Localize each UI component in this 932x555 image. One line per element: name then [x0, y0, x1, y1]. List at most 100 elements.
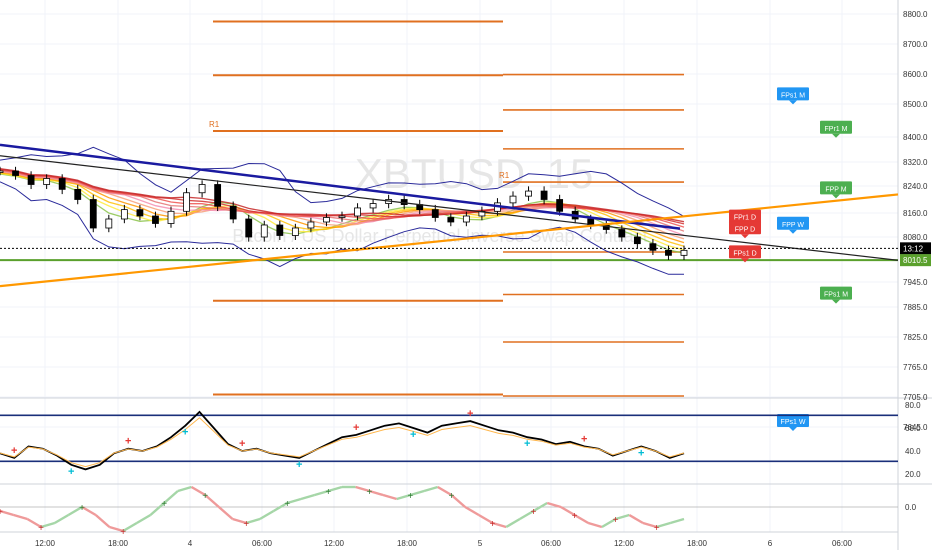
candle-body — [369, 203, 377, 209]
candle-body — [509, 195, 517, 204]
time-tick-label: 4 — [188, 539, 193, 548]
candle-body — [307, 221, 315, 229]
candle-body — [245, 218, 253, 238]
annotation-flag-label: FPs1 M — [824, 292, 848, 299]
candle-body — [540, 190, 548, 200]
momentum-marker: + — [38, 523, 44, 534]
momentum-marker: + — [120, 527, 126, 538]
candle-body — [183, 192, 190, 212]
annotation-flag-8[interactable]: FPs1 W — [777, 414, 809, 431]
osc-cross-marker: + — [182, 427, 188, 439]
candle-body — [338, 215, 346, 218]
osc-tick-label: 20.0 — [905, 470, 921, 479]
momentum-segment — [669, 517, 685, 525]
candle-body — [633, 236, 641, 245]
annotation-flag-pointer — [741, 234, 749, 239]
price-tick-label: 8700.0 — [903, 40, 928, 49]
candle-body — [152, 215, 159, 224]
annotation-flag-label: FPP M — [825, 186, 846, 193]
osc-cross-marker: + — [239, 438, 245, 450]
pivot-label-1: R1 — [499, 171, 510, 180]
candle-body — [680, 249, 688, 256]
candle-body — [12, 170, 19, 176]
price-tick-label: 8240.0 — [903, 182, 928, 191]
momentum-segment — [628, 513, 644, 525]
momentum-marker: + — [654, 523, 660, 534]
annotation-flag-4[interactable]: FPP D — [729, 221, 761, 239]
annotation-flag-pointer — [789, 427, 797, 431]
momentum-segment — [423, 485, 439, 493]
candle-body — [323, 217, 330, 223]
momentum-segment — [177, 485, 192, 493]
candle-body — [120, 209, 128, 220]
candle-body — [27, 175, 35, 185]
candle-body — [618, 229, 626, 238]
annotation-flag-label: FPs1 D — [733, 250, 756, 257]
annotation-flag-2[interactable]: FPP M — [820, 181, 852, 199]
osc-cross-marker: + — [11, 445, 17, 457]
price-tick-label: 8800.0 — [903, 10, 928, 19]
momentum-segment — [218, 506, 234, 520]
candle-body — [136, 209, 144, 217]
candle-body — [105, 218, 113, 229]
candle-body — [556, 199, 564, 212]
price-tag-label: 13:12 — [903, 244, 924, 253]
annotation-flag-0[interactable]: FPs1 M — [777, 87, 809, 105]
candle-body — [89, 199, 97, 229]
momentum-marker: + — [79, 503, 85, 514]
momentum-marker: + — [243, 519, 249, 530]
momentum-segment — [13, 513, 28, 521]
momentum-marker: + — [613, 515, 619, 526]
osc-tick-label: 60.0 — [905, 424, 921, 433]
time-tick-label: 6 — [768, 539, 773, 548]
time-tick-label: 12:00 — [614, 539, 635, 548]
candle-body — [74, 188, 82, 200]
candle-body — [0, 170, 4, 173]
momentum-segment — [300, 493, 315, 501]
candle-body — [354, 207, 361, 217]
annotation-flag-label: FPr1 M — [825, 126, 848, 133]
osc-cross-marker: + — [524, 438, 530, 450]
momentum-segment — [54, 513, 70, 525]
osc-cross-marker: + — [296, 459, 302, 471]
candle-body — [291, 227, 299, 236]
price-tick-label: 8500.0 — [903, 100, 928, 109]
time-tick-label: 06:00 — [832, 539, 853, 548]
annotation-flag-label: FPs1 W — [781, 419, 806, 426]
momentum-marker: + — [161, 499, 167, 510]
momentum-segment — [546, 501, 562, 509]
candle-body — [431, 209, 439, 218]
momentum-marker: + — [449, 491, 455, 502]
candle-body — [214, 184, 222, 207]
time-tick-label: 18:00 — [108, 539, 129, 548]
price-tick-label: 8080.0 — [903, 233, 928, 242]
annotation-flag-pointer — [789, 229, 797, 234]
momentum-marker: + — [0, 507, 3, 518]
momentum-segment — [94, 514, 111, 528]
osc-cross-marker: + — [410, 429, 416, 441]
annotation-flag-1[interactable]: FPr1 M — [820, 120, 852, 138]
time-tick-label: 12:00 — [324, 539, 345, 548]
momentum-marker: + — [572, 511, 578, 522]
momentum-marker: + — [284, 499, 290, 510]
momentum-tick-label: 0.0 — [905, 503, 917, 512]
price-tag-1: 8010.5 — [900, 254, 931, 267]
candle-body — [229, 205, 237, 220]
annotation-flag-5[interactable]: FPP W — [777, 216, 809, 234]
price-tick-label: 8400.0 — [903, 133, 928, 142]
momentum-segment — [136, 513, 152, 525]
chart-svg[interactable]: XBTUSD 15 Bitcoin / US Dollar Perpetual … — [0, 0, 932, 550]
candle-body — [447, 217, 455, 223]
momentum-marker: + — [490, 519, 496, 530]
price-tick-label: 7885.0 — [903, 303, 928, 312]
osc-cross-marker: + — [467, 408, 473, 420]
momentum-marker: + — [366, 487, 372, 498]
candle-body — [167, 210, 175, 224]
annotation-flag-7[interactable]: FPs1 M — [820, 286, 852, 304]
time-tick-label: 5 — [478, 539, 483, 548]
time-tick-label: 06:00 — [541, 539, 562, 548]
time-tick-label: 18:00 — [397, 539, 418, 548]
pivot-label-0: R1 — [209, 120, 220, 129]
osc-cross-marker: + — [68, 466, 74, 478]
price-tick-label: 7825.0 — [903, 333, 928, 342]
